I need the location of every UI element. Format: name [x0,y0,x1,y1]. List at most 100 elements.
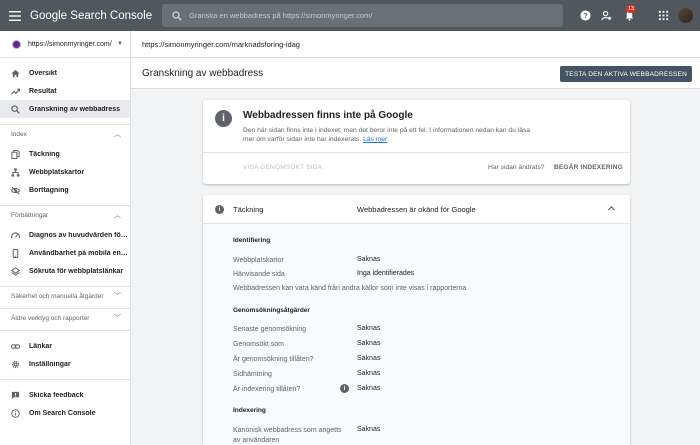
feedback-icon [11,391,20,400]
sidebar-item-mobile-usability[interactable]: Användbarhet på mobila enheter [0,244,130,262]
row-value-crawl-allowed: Saknas [357,355,381,362]
row-label-user-canonical: Kanonisk webbadress som angetts av använ… [233,427,342,444]
page-changed-question: Har sidan ändrats? [488,164,545,171]
notification-count-badge: 13 [626,5,637,13]
status-description: Den här sidan finns inte i indexet, men … [243,126,533,144]
request-indexing-button[interactable]: BEGÄR INDEXERING [554,164,623,171]
chevron-up-icon: ︿ [114,212,121,219]
sidebar-item-settings[interactable]: Inställningar [0,355,130,373]
coverage-header[interactable]: i Täckning Webbadressen är okänd för Goo… [203,195,630,224]
row-value-crawled-as: Saknas [357,340,381,347]
row-label-indexing-allowed: Är indexering tillåten? [233,386,301,393]
layers-icon [11,266,20,276]
status-title: Webbadressen finns inte på Google [243,110,413,121]
sidebar-item-label: Webbplatskartor [29,168,85,176]
section-header-legacy-tools[interactable]: Äldre verktyg och rapporter ﹀ [0,314,130,324]
sidebar-item-core-web-vitals[interactable]: Diagnos av huvudvärden för we... [0,226,130,244]
section-label: Säkerhet och manuella åtgärder [11,293,104,300]
manage-users-icon[interactable] [599,8,614,23]
discovery-note: Webbadressen kan vara känd från andra kä… [233,285,467,292]
caret-down-icon: ▼ [117,41,123,47]
visibility-off-icon [11,186,20,195]
row-value-indexing-allowed: Saknas [357,385,381,392]
divider [203,152,630,153]
home-icon [11,69,20,78]
view-crawled-page-button[interactable]: VISA GENOMSÖKT SIDA [243,164,322,171]
coverage-label: Täckning [233,205,264,214]
sidebar-item-label: Översikt [29,69,58,77]
coverage-value: Webbadressen är okänd för Google [357,205,476,214]
sidebar-item-label: Om Search Console [29,409,96,417]
account-avatar[interactable] [678,8,693,23]
sidebar-item-label: Inställningar [29,360,71,368]
sidebar-item-links[interactable]: Länkar [0,337,130,355]
index-status-card: i Webbadressen finns inte på Google Den … [203,100,630,184]
sidebar-item-sitelinks-searchbox[interactable]: Sökruta för webbplatslänkar [0,262,130,280]
row-label-last-crawl: Senaste genomsökning [233,326,307,333]
sidebar-item-label: Sökruta för webbplatslänkar [29,267,124,275]
url-inspection-search[interactable] [162,4,563,27]
test-live-url-button[interactable]: TESTA DEN AKTIVA WEBBADRESSEN [560,66,692,82]
svg-text:?: ? [583,11,588,20]
smartphone-icon [11,248,20,258]
sidebar: https://simonmyringer.com/ ▼ Översikt Re… [0,31,131,445]
info-icon[interactable]: i [340,384,349,393]
info-icon [11,408,20,418]
sidebar-item-label: Täckning [29,150,60,158]
inspected-url-bar: https://simonmyringer.com/marknadsforing… [131,31,700,58]
section-header-improvements[interactable]: Förbättringar ︿ [0,211,130,221]
row-value-last-crawl: Saknas [357,325,381,332]
help-icon[interactable]: ? [578,8,593,23]
coverage-details: Identifiering Webbplatskartor Saknas Hän… [203,224,630,445]
row-value-page-fetch: Saknas [357,370,381,377]
chevron-up-icon[interactable] [607,204,616,213]
section-label: Äldre verktyg och rapporter [11,315,90,322]
page-header: Granskning av webbadress TESTA DEN AKTIV… [131,58,700,89]
page-title: Granskning av webbadress [142,67,264,79]
sidebar-item-label: Länkar [29,342,52,350]
section-label: Förbättringar [11,212,49,219]
learn-more-link[interactable]: Läs mer [363,136,387,143]
sidebar-item-performance[interactable]: Resultat [0,82,130,100]
chevron-down-icon: ﹀ [114,315,121,322]
property-favicon-icon [12,39,21,49]
sidebar-item-url-inspection[interactable]: Granskning av webbadress [0,100,130,118]
chevron-down-icon: ﹀ [114,293,121,300]
search-icon [11,104,20,114]
inspected-url: https://simonmyringer.com/marknadsforing… [142,39,300,49]
app-title[interactable]: Google Search Console [30,10,162,22]
sidebar-item-label: Diagnos av huvudvärden för we... [29,231,129,239]
sidebar-item-sitemaps[interactable]: Webbplatskartor [0,163,130,181]
file-copy-icon [11,149,20,159]
sidebar-item-feedback[interactable]: Skicka feedback [0,386,130,404]
top-app-bar: Google Search Console ? 13 [0,0,700,31]
row-label-sitemaps: Webbplatskartor [233,257,284,264]
sidebar-item-label: Användbarhet på mobila enheter [29,249,129,257]
property-selector[interactable]: https://simonmyringer.com/ ▼ [0,31,130,58]
row-label-referring-page: Hänvisande sida [233,271,285,278]
sidebar-item-label: Granskning av webbadress [29,105,121,113]
section-indexing: Indexering [233,407,266,414]
section-label: Index [11,131,27,138]
search-input[interactable] [189,11,549,20]
sitemap-icon [11,167,20,177]
sidebar-item-label: Borttagning [29,186,69,194]
search-icon [172,10,182,21]
sidebar-item-about[interactable]: Om Search Console [0,404,130,422]
sidebar-item-overview[interactable]: Översikt [0,64,130,82]
info-icon: i [215,110,232,127]
row-value-referring-page: Inga identifierades [357,270,415,277]
sidebar-item-coverage[interactable]: Täckning [0,145,130,163]
sidebar-item-removals[interactable]: Borttagning [0,181,130,199]
row-label-crawl-allowed: Är genomsökning tillåten? [233,356,314,363]
menu-icon[interactable] [0,0,30,31]
settings-icon [11,360,20,369]
apps-grid-icon[interactable] [656,8,671,23]
sidebar-item-label: Resultat [29,87,57,95]
sidebar-item-label: Skicka feedback [29,391,84,399]
link-icon [11,342,20,351]
section-header-security[interactable]: Säkerhet och manuella åtgärder ﹀ [0,292,130,302]
section-header-index[interactable]: Index ︿ [0,130,130,140]
speed-icon [11,231,20,240]
chevron-up-icon: ︿ [114,131,121,138]
